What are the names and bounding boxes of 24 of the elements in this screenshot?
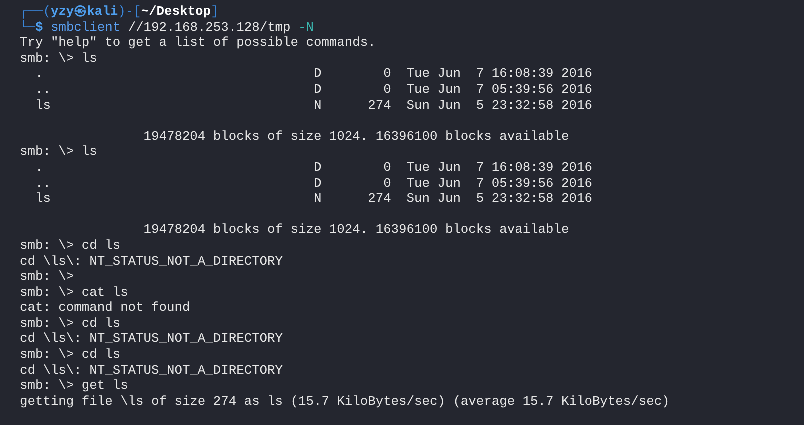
command-line: smb: \> cd ls [20, 316, 121, 332]
output-line: Try "help" to get a list of possible commands. [20, 35, 376, 51]
output-line: 19478204 blocks of size 1024. 16396100 blocks available [142, 128, 570, 144]
command-line: smb: \> ls [20, 50, 98, 66]
command-line: smb: \> cat ls [20, 284, 128, 300]
output-line: . D 0 Tue Jun 7 16:08:39 2016 [34, 66, 592, 82]
output-line: cd \ls\: NT_STATUS_NOT_A_DIRECTORY [20, 362, 284, 378]
output-line: cd \ls\: NT_STATUS_NOT_A_DIRECTORY [20, 254, 284, 270]
output-line: . D 0 Tue Jun 7 16:08:39 2016 [34, 160, 592, 176]
output-line: .. D 0 Tue Jun 7 05:39:56 2016 [34, 82, 592, 98]
shell-prompt: ┌──(yzy㉿kali)-[~/Desktop] [20, 4, 219, 20]
command-line: smb: \> cd ls [20, 347, 121, 363]
output-line: cat: command not found [20, 300, 190, 316]
output-line: ls N 274 Sun Jun 5 23:32:58 2016 [34, 191, 592, 207]
command-line: smb: \> get ls [20, 378, 128, 394]
command-line: smb: \> cd ls [20, 238, 121, 254]
output-line: cd \ls\: NT_STATUS_NOT_A_DIRECTORY [20, 331, 284, 348]
command-line: smb: \> ls [20, 144, 98, 160]
output-line: getting file \ls of size 274 as ls (15.7 KiloBytes/sec) (average 15.7 KiloBytes/sec) [20, 394, 670, 410]
command-line: smb: \> [20, 269, 74, 285]
output-line: .. D 0 Tue Jun 7 05:39:56 2016 [34, 176, 592, 192]
output-line: 19478204 blocks of size 1024. 16396100 blocks available [142, 222, 570, 238]
shell-prompt: └─$ smbclient //192.168.253.128/tmp -N [20, 20, 314, 36]
output-line: ls N 274 Sun Jun 5 23:32:58 2016 [34, 98, 592, 114]
